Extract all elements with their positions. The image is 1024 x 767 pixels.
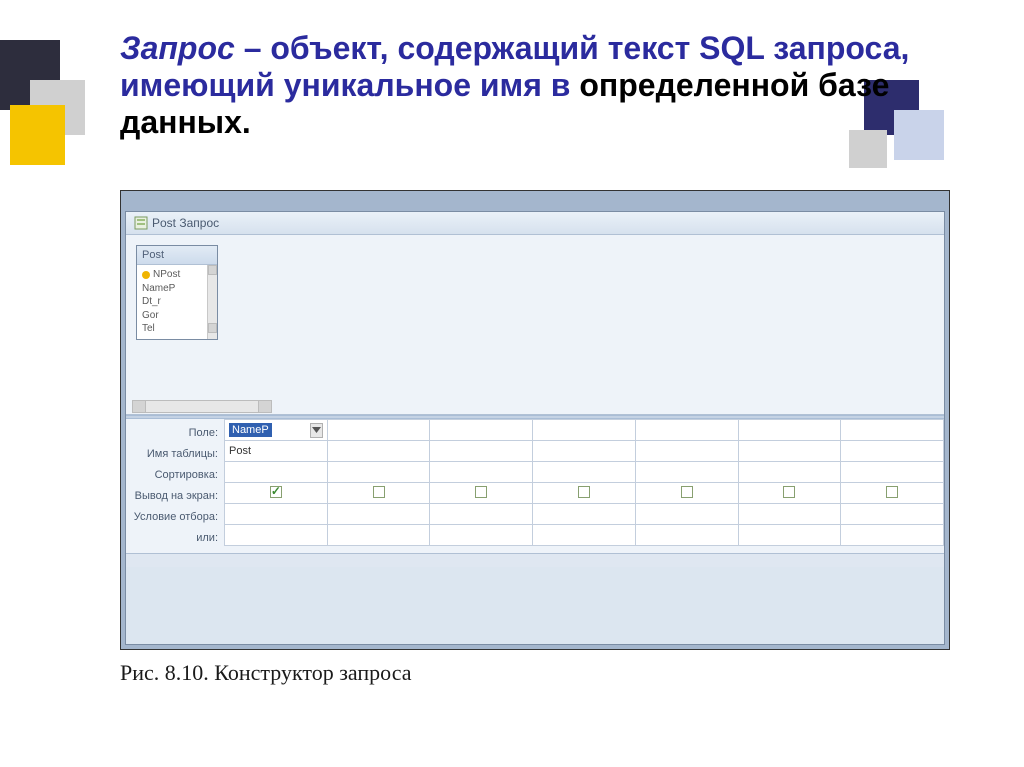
row-field: NameP: [225, 420, 944, 441]
table-cell-0[interactable]: Post: [225, 441, 328, 462]
show-checkbox[interactable]: [783, 486, 795, 498]
field-cell-0[interactable]: NameP: [225, 420, 328, 441]
field-item[interactable]: Gor: [142, 309, 202, 323]
grid-columns: NameP Post: [224, 419, 944, 546]
show-checkbox[interactable]: [578, 486, 590, 498]
grid-hscroll[interactable]: [126, 553, 944, 567]
primary-key-icon: [142, 271, 150, 279]
field-item[interactable]: NPost: [153, 268, 180, 282]
title-term: Запрос: [120, 30, 235, 66]
slide-title: Запрос – объект, содержащий текст SQL за…: [120, 30, 924, 141]
table-source-box[interactable]: Post NPost NameP Dt_r Gor Tel: [136, 245, 218, 340]
field-item[interactable]: Tel: [142, 322, 202, 336]
row-table: Post: [225, 441, 944, 462]
show-checkbox[interactable]: [270, 486, 282, 498]
field-item[interactable]: Dt_r: [142, 295, 202, 309]
row-criteria: [225, 504, 944, 525]
field-list-scrollbar[interactable]: [207, 265, 217, 339]
query-icon: [134, 216, 148, 230]
show-checkbox[interactable]: [886, 486, 898, 498]
qbe-grid[interactable]: Поле: Имя таблицы: Сортировка: Вывод на …: [126, 419, 944, 553]
field-dropdown-icon[interactable]: [310, 423, 323, 438]
design-pane-hscroll[interactable]: [132, 400, 272, 413]
show-checkbox[interactable]: [373, 486, 385, 498]
row-sort: [225, 462, 944, 483]
query-designer-screenshot: Post Запрос Post NPost NameP Dt_r Gor Te…: [120, 190, 950, 650]
table-source-name: Post: [137, 246, 217, 265]
show-checkbox[interactable]: [681, 486, 693, 498]
tab-label: Post Запрос: [152, 216, 219, 230]
decorative-shapes-left: [0, 20, 120, 200]
show-checkbox[interactable]: [475, 486, 487, 498]
figure-caption: Рис. 8.10. Конструктор запроса: [120, 660, 412, 686]
design-pane[interactable]: Post NPost NameP Dt_r Gor Tel: [126, 235, 944, 415]
grid-row-labels: Поле: Имя таблицы: Сортировка: Вывод на …: [126, 419, 224, 553]
field-item[interactable]: NameP: [142, 282, 202, 296]
field-list[interactable]: NPost NameP Dt_r Gor Tel: [137, 265, 207, 339]
row-or: [225, 525, 944, 546]
document-tab[interactable]: Post Запрос: [126, 212, 944, 235]
row-show: [225, 483, 944, 504]
